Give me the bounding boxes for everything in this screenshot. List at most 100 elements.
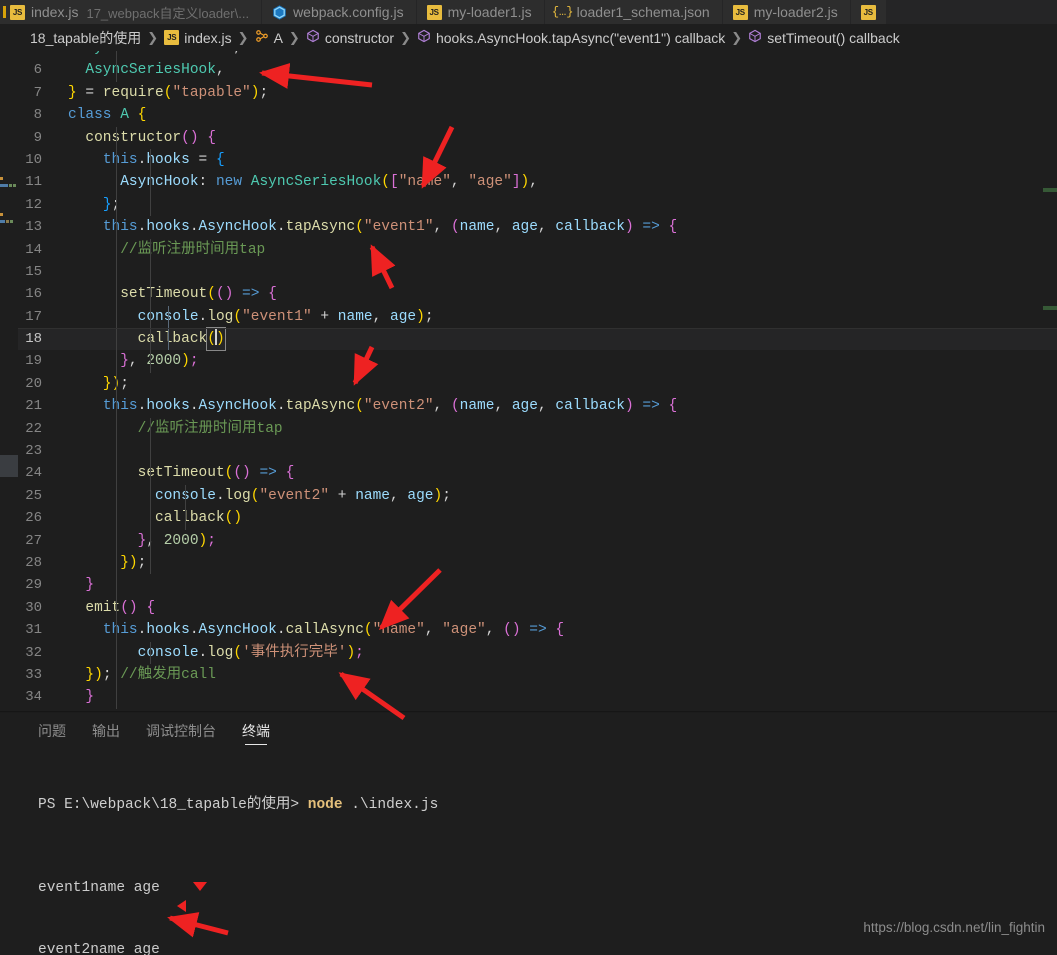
breadcrumb-label: index.js (184, 29, 232, 46)
terminal-line-output: event2name age (38, 942, 160, 955)
code-line: 9 constructor() { (18, 126, 1057, 149)
minimap-line (9, 184, 12, 187)
adjacent-minimap-sliver[interactable] (0, 51, 18, 711)
minimap-line (0, 220, 5, 223)
js-file-icon: JS (732, 4, 748, 20)
line-number: 8 (33, 107, 42, 124)
line-number: 13 (25, 219, 42, 236)
code-line: 17 console.log("event1" + name, age); (18, 305, 1057, 329)
line-number: 7 (33, 84, 42, 101)
code-line: 30 emit() { (18, 596, 1057, 620)
line-number: 15 (25, 263, 42, 280)
line-number: 34 (25, 689, 42, 706)
tab-index-js-17[interactable]: JS index.js 17_webpack自定义loader\... (0, 0, 263, 24)
line-number: 24 (25, 465, 42, 482)
js-file-icon: JS (426, 4, 442, 20)
webpack-file-icon (272, 4, 287, 20)
vscode-window: JS index.js 17_webpack自定义loader\... webp… (0, 0, 1057, 955)
code-line: 8 class A { (18, 104, 1057, 126)
json-file-icon: {…} (551, 5, 574, 19)
line-number: 32 (25, 644, 42, 661)
breadcrumb-label: constructor (324, 29, 395, 46)
line-number: 18 (25, 331, 42, 348)
tab-my-loader1-js[interactable]: JS my-loader1.js (416, 0, 545, 24)
method-symbol-icon (417, 29, 431, 46)
minimap-slider[interactable] (0, 455, 18, 477)
code-line: 23 (18, 440, 1057, 463)
panel-tab-debug-console[interactable]: 调试控制台 (146, 713, 216, 748)
chevron-right-icon: ❯ (288, 29, 300, 45)
tab-webpack-config-js[interactable]: webpack.config.js (262, 0, 417, 24)
breadcrumb-label: 18_tapable的使用 (30, 29, 142, 46)
line-number: 25 (25, 487, 42, 504)
line-number: 19 (25, 353, 42, 370)
line-number: 28 (25, 554, 42, 571)
panel-tab-label: 调试控制台 (146, 722, 216, 739)
line-number: 29 (25, 577, 42, 594)
code-line: 19 }, 2000); (18, 350, 1057, 373)
breadcrumb-item-constructor[interactable]: constructor (306, 29, 394, 46)
code-line: 15 (18, 260, 1057, 284)
terminal-command: node (307, 796, 343, 813)
code-editor[interactable]: 5 SyncWaterfallHook, 6 AsyncSeriesHook, … (18, 51, 1057, 711)
code-line: 32 console.log('事件执行完毕'); (18, 641, 1057, 664)
code-line: 10 this.hooks = { (18, 148, 1057, 172)
breadcrumb: 18_tapable的使用 ❯ JS index.js ❯ A ❯ constr… (0, 24, 1057, 51)
breadcrumb-item-class[interactable]: A (255, 29, 283, 46)
js-file-icon: JS (10, 4, 25, 20)
code-line: 7} = require("tapable"); (18, 82, 1057, 104)
panel-tab-output[interactable]: 输出 (92, 713, 120, 748)
line-number: 14 (25, 241, 42, 258)
overview-ruler-mark (1043, 188, 1057, 192)
js-file-icon: JS (860, 4, 876, 20)
breadcrumb-item-file[interactable]: JS index.js (164, 29, 232, 46)
code-line: 22 //监听注册时间用tap (18, 417, 1057, 441)
code-line: 12 }; (18, 193, 1057, 217)
code-line: 26 callback() (18, 507, 1057, 530)
tab-overflow-partial[interactable]: JS (850, 0, 887, 24)
tab-loader1-schema-json[interactable]: {…} loader1_schema.json (544, 0, 723, 24)
breadcrumb-item-tapasync-callback[interactable]: hooks.AsyncHook.tapAsync("event1") callb… (417, 29, 725, 46)
panel-tab-label: 输出 (92, 722, 120, 739)
chevron-right-icon: ❯ (400, 29, 411, 45)
line-number: 16 (25, 286, 42, 303)
panel-tab-terminal[interactable]: 终端 (242, 713, 270, 748)
class-symbol-icon (255, 29, 269, 46)
code-line: 13 this.hooks.AsyncHook.tapAsync("event1… (18, 216, 1057, 239)
tab-my-loader2-js[interactable]: JS my-loader2.js (722, 0, 851, 24)
breadcrumb-label: hooks.AsyncHook.tapAsync("event1") callb… (435, 29, 726, 46)
tab-label: webpack.config.js (293, 4, 404, 20)
tab-label: my-loader2.js (753, 4, 838, 20)
tab-label: loader1_schema.json (576, 4, 710, 20)
minimap-line (0, 184, 8, 187)
code-line: 33 }); //触发用call (18, 663, 1057, 687)
terminal-line-output: event1name age (38, 879, 160, 896)
line-number: 12 (25, 196, 42, 213)
breadcrumb-item-folder[interactable]: 18_tapable的使用 (30, 28, 141, 48)
js-file-icon: JS (164, 30, 180, 45)
panel-tab-problems[interactable]: 问题 (38, 713, 66, 748)
terminal-prompt: PS E:\webpack\18_tapable的使用> (38, 796, 300, 813)
minimap-line (0, 213, 3, 216)
minimap-line (6, 220, 9, 223)
breadcrumb-label: A (273, 29, 283, 46)
line-number: 23 (25, 443, 42, 460)
code-line: 28 }); (18, 551, 1057, 575)
chevron-right-icon: ❯ (237, 29, 249, 45)
breadcrumb-item-settimeout-callback[interactable]: setTimeout() callback (748, 29, 900, 46)
line-number: 20 (25, 375, 42, 392)
breadcrumb-label: setTimeout() callback (767, 29, 900, 46)
code-line: 16 setTimeout(() => { (18, 283, 1057, 306)
chevron-right-icon: ❯ (147, 29, 159, 45)
code-line: 14 //监听注册时间用tap (18, 238, 1057, 261)
line-number: 30 (25, 599, 42, 616)
bracket-match-highlight: () (206, 327, 226, 352)
line-number: 17 (25, 308, 42, 325)
code-line-current: 18 callback() (18, 327, 1057, 352)
line-number: 33 (25, 666, 42, 683)
code-line: 24 setTimeout(() => { (18, 462, 1057, 485)
code-line: 34 } (18, 686, 1057, 709)
code-line: 6 AsyncSeriesHook, (18, 59, 1057, 82)
overview-ruler-mark (1043, 306, 1057, 310)
tab-label: index.js (31, 4, 79, 20)
